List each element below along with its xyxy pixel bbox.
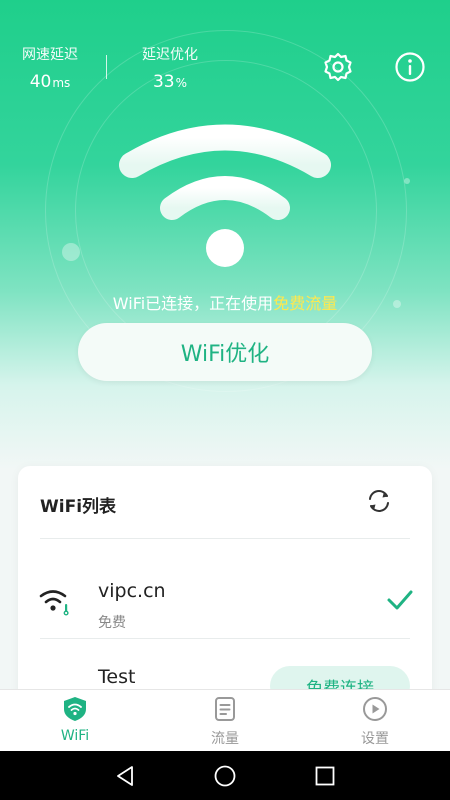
latency-stat: 网速延迟 40ms bbox=[14, 44, 86, 92]
wifi-shield-icon bbox=[64, 697, 86, 721]
wifi-name: vipc.cn bbox=[98, 580, 166, 602]
optimization-unit: % bbox=[175, 76, 188, 90]
divider bbox=[40, 538, 410, 539]
status-text: WiFi已连接，正在使用 bbox=[112, 294, 274, 313]
latency-label: 网速延迟 bbox=[22, 47, 78, 63]
stat-divider bbox=[106, 55, 107, 79]
tab-label: WiFi bbox=[60, 728, 90, 744]
refresh-icon[interactable] bbox=[366, 488, 392, 514]
wifi-tag: 免费 bbox=[98, 615, 126, 631]
play-circle-icon bbox=[363, 697, 387, 721]
tab-traffic[interactable]: 流量 bbox=[150, 690, 300, 752]
divider bbox=[40, 638, 410, 639]
connection-status: WiFi已连接，正在使用免费流量 bbox=[0, 290, 450, 314]
recents-icon[interactable] bbox=[312, 763, 338, 789]
connected-check-icon bbox=[387, 590, 413, 610]
back-icon[interactable] bbox=[112, 763, 138, 789]
wifi-list-item[interactable]: vipc.cn 免费 bbox=[18, 556, 432, 636]
system-nav-bar bbox=[0, 751, 450, 800]
hero-section: 网速延迟 40ms 延迟优化 33% WiFi已连接，正在使用免费流量 WiFi… bbox=[0, 0, 450, 470]
wifi-list-title: WiFi列表 bbox=[40, 497, 117, 517]
optimization-value: 33 bbox=[152, 72, 175, 92]
wifi-optimize-button[interactable]: WiFi优化 bbox=[78, 323, 372, 381]
decor-dot bbox=[404, 178, 410, 184]
wifi-name: Test bbox=[98, 666, 136, 688]
optimization-stat: 延迟优化 33% bbox=[134, 44, 206, 92]
tab-wifi[interactable]: WiFi bbox=[0, 690, 150, 752]
settings-gear-icon[interactable] bbox=[321, 50, 355, 84]
optimization-label: 延迟优化 bbox=[142, 47, 198, 63]
latency-value: 40 bbox=[29, 72, 52, 92]
wifi-signal-icon bbox=[119, 124, 331, 267]
wifi-signal-icon bbox=[39, 590, 69, 616]
tab-label: 流量 bbox=[211, 731, 239, 747]
tab-settings[interactable]: 设置 bbox=[300, 690, 450, 752]
bottom-tab-bar: WiFi 流量 设置 bbox=[0, 689, 450, 752]
free-traffic-highlight: 免费流量 bbox=[273, 294, 338, 313]
info-icon[interactable] bbox=[393, 50, 427, 84]
latency-unit: ms bbox=[52, 76, 71, 90]
decor-dot bbox=[62, 243, 80, 261]
document-icon bbox=[215, 697, 235, 721]
tab-label: 设置 bbox=[361, 731, 389, 747]
home-icon[interactable] bbox=[212, 763, 238, 789]
